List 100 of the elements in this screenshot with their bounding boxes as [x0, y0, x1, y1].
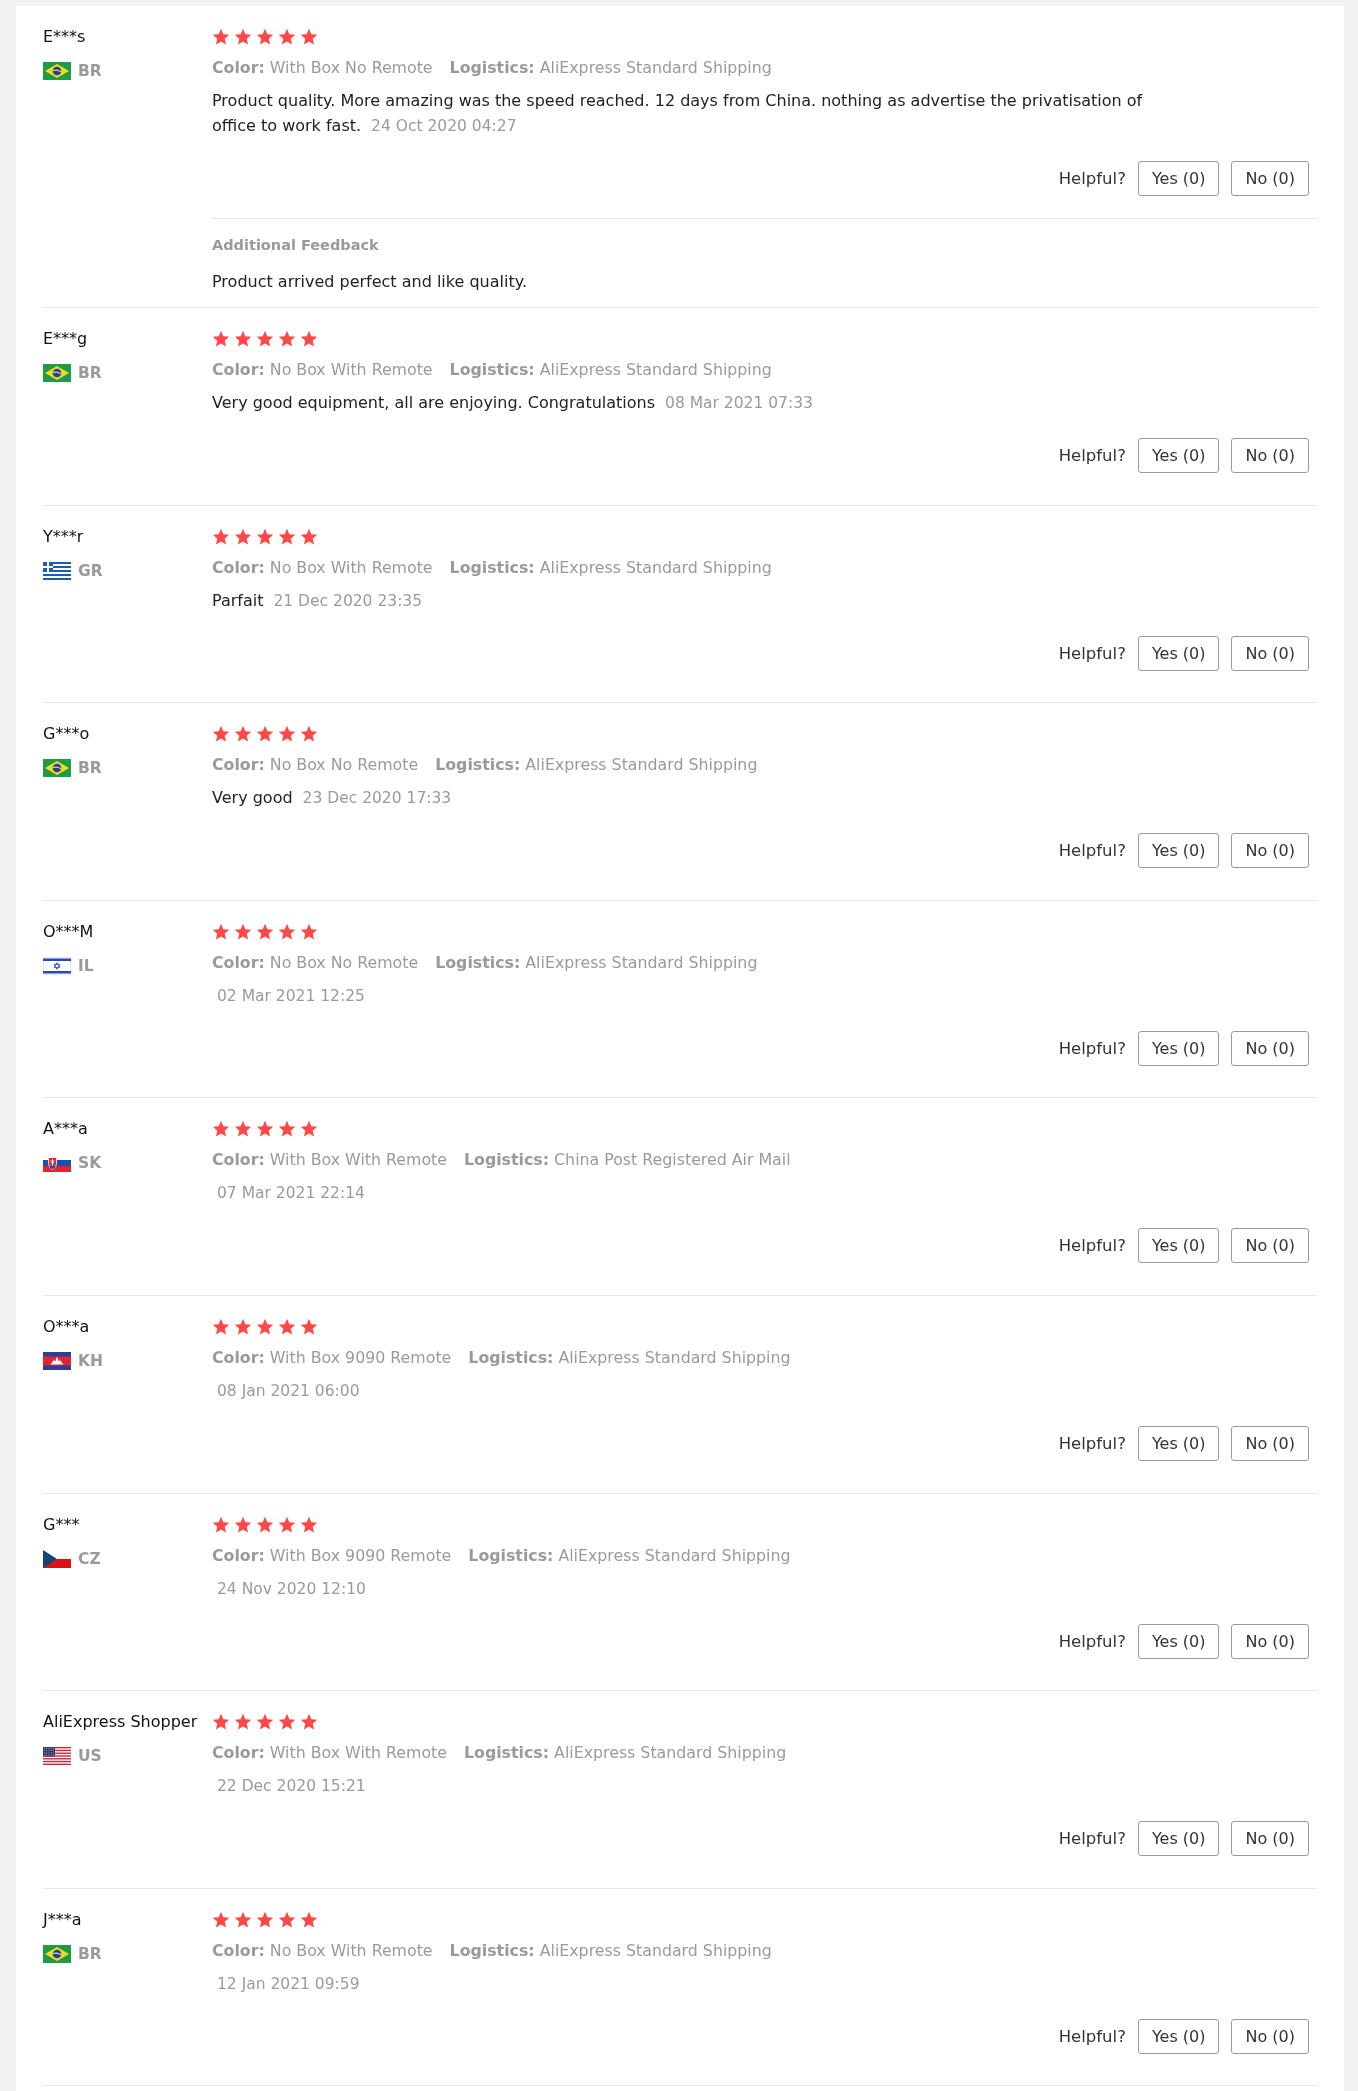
helpful-label: Helpful? — [1058, 1631, 1126, 1651]
star-icon — [300, 1317, 318, 1336]
star-icon — [212, 1317, 230, 1336]
helpful-label: Helpful? — [1058, 1038, 1126, 1058]
flag-icon — [43, 364, 71, 382]
vote-button[interactable]: Yes (0) — [1137, 438, 1220, 473]
attribute-text: Logistics: AliExpress Standard Shipping — [435, 754, 758, 777]
star-icon — [212, 1713, 230, 1732]
helpful-label: Helpful? — [1058, 841, 1126, 861]
attribute-text: Logistics: AliExpress Standard Shipping — [463, 1742, 787, 1765]
vote-button[interactable]: No (0) — [1231, 2018, 1309, 2054]
helpful-label: Helpful? — [1058, 1829, 1126, 1849]
attribute-text: Logistics: AliExpress Standard Shipping — [449, 359, 772, 381]
helpful-label: Helpful? — [1058, 1433, 1126, 1453]
country-code: BR — [78, 1943, 102, 1965]
reviewer-name: G*** — [43, 1513, 80, 1536]
attribute-text: Color: With Box With Remote — [212, 1149, 447, 1172]
star-icon — [212, 922, 230, 941]
vote-button[interactable]: No (0) — [1231, 161, 1309, 196]
attribute-text: Color: No Box With Remote — [212, 359, 433, 381]
vote-button[interactable]: Yes (0) — [1137, 1821, 1220, 1857]
flag-icon — [43, 956, 71, 975]
vote-button[interactable]: Yes (0) — [1137, 2018, 1220, 2054]
attribute-text: Color: With Box With Remote — [212, 1742, 447, 1765]
flag-icon — [43, 561, 71, 580]
star-icon — [234, 28, 252, 46]
reviewer-name: A***a — [43, 1118, 88, 1141]
star-icon — [278, 1713, 296, 1732]
star-icon — [278, 1317, 296, 1336]
country-code: US — [78, 1746, 102, 1768]
review-text: Very good 23 Dec 2020 17:33 — [212, 787, 452, 810]
vote-button[interactable]: Yes (0) — [1137, 1228, 1220, 1264]
review-text: Parfait 21 Dec 2020 23:35 — [212, 589, 423, 612]
star-icon — [234, 330, 252, 348]
vote-button[interactable]: No (0) — [1231, 1821, 1309, 1857]
reviewer-name: G***o — [43, 723, 90, 746]
vote-button[interactable]: Yes (0) — [1137, 635, 1220, 671]
country-code: CZ — [78, 1548, 101, 1570]
star-icon — [256, 330, 274, 348]
review-date: 08 Jan 2021 06:00 — [217, 1381, 360, 1400]
star-icon — [256, 527, 274, 546]
star-icon — [212, 28, 230, 46]
vote-button[interactable]: Yes (0) — [1137, 1623, 1220, 1659]
vote-button[interactable]: Yes (0) — [1137, 1425, 1220, 1461]
vote-button[interactable]: Yes (0) — [1137, 833, 1220, 869]
attribute-text: Logistics: China Post Registered Air Mail — [463, 1149, 791, 1172]
star-icon — [278, 1910, 296, 1929]
vote-button[interactable]: No (0) — [1231, 1228, 1309, 1264]
reviewer-name: O***M — [43, 920, 94, 943]
star-icon — [256, 28, 274, 46]
reviewer-name: E***s — [43, 26, 86, 48]
star-icon — [212, 1515, 230, 1534]
vote-button[interactable]: No (0) — [1231, 438, 1309, 473]
star-icon — [234, 922, 252, 941]
star-icon — [300, 1120, 318, 1139]
country-code: KH — [78, 1350, 103, 1372]
vote-button[interactable]: No (0) — [1231, 1425, 1309, 1461]
attribute-text: Logistics: AliExpress Standard Shipping — [468, 1346, 791, 1369]
reviewer-name: E***g — [43, 328, 88, 350]
star-icon — [256, 1317, 274, 1336]
reviewer-name: J***a — [43, 1908, 82, 1931]
flag-icon — [43, 1549, 71, 1568]
attribute-text: Color: With Box No Remote — [212, 57, 433, 79]
review-text: Product quality. More amazing was the speed reached. 12 days from China. nothing as advertise the privatisation of office to work fast. 24 Oct 2020 04:27 — [212, 90, 1144, 137]
vote-button[interactable]: No (0) — [1231, 1030, 1309, 1066]
star-icon — [212, 1120, 230, 1139]
attribute-text: Color: With Box 9090 Remote — [212, 1544, 452, 1567]
star-icon — [234, 1713, 252, 1732]
helpful-label: Helpful? — [1058, 2026, 1126, 2046]
attribute-text: Color: No Box No Remote — [212, 754, 419, 777]
flag-icon — [43, 1747, 71, 1766]
country-code: GR — [78, 560, 103, 582]
star-icon — [278, 1515, 296, 1534]
attribute-text: Logistics: AliExpress Standard Shipping — [449, 57, 772, 79]
attribute-text: Logistics: AliExpress Standard Shipping — [435, 951, 758, 974]
flag-icon — [43, 1944, 71, 1963]
vote-button[interactable]: Yes (0) — [1137, 161, 1220, 196]
vote-button[interactable]: No (0) — [1231, 1623, 1309, 1659]
review-date: 12 Jan 2021 09:59 — [217, 1974, 360, 1993]
star-icon — [278, 1120, 296, 1139]
star-icon — [256, 725, 274, 744]
star-icon — [256, 1120, 274, 1139]
helpful-label: Helpful? — [1058, 446, 1126, 465]
vote-button[interactable]: No (0) — [1231, 833, 1309, 869]
vote-button[interactable]: No (0) — [1231, 635, 1309, 671]
star-icon — [234, 1120, 252, 1139]
star-icon — [212, 330, 230, 348]
star-icon — [212, 527, 230, 546]
flag-icon — [43, 62, 71, 80]
attribute-text: Color: No Box With Remote — [212, 556, 433, 579]
country-code: IL — [78, 955, 94, 977]
flag-icon — [43, 1351, 71, 1370]
additional-feedback-text: Product arrived perfect and like quality. — [212, 271, 528, 293]
vote-button[interactable]: Yes (0) — [1137, 1030, 1220, 1066]
attribute-text: Logistics: AliExpress Standard Shipping — [449, 1939, 772, 1962]
country-code: BR — [78, 61, 102, 82]
country-code: BR — [78, 758, 102, 780]
star-icon — [300, 1910, 318, 1929]
reviewer-name: Y***r — [43, 525, 84, 548]
country-code: BR — [78, 363, 102, 384]
